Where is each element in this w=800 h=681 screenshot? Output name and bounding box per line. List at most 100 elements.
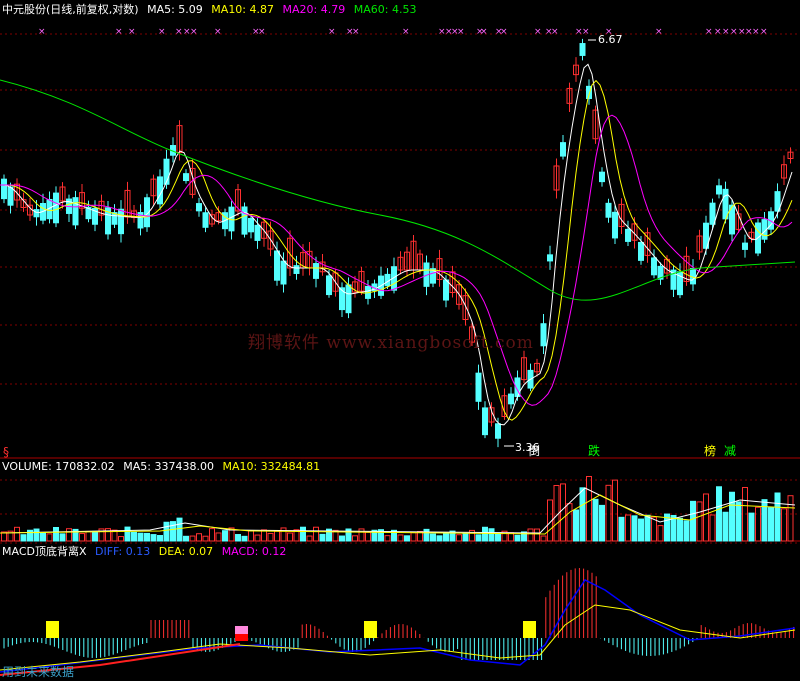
candle — [53, 192, 59, 224]
candle — [1, 178, 7, 200]
volume-bar — [241, 535, 248, 542]
candle — [716, 185, 722, 195]
candle — [651, 257, 657, 276]
signal-box — [46, 621, 59, 638]
candle — [612, 211, 618, 239]
volume-bar — [716, 486, 722, 542]
candle — [163, 158, 170, 185]
volume-bar — [235, 534, 241, 542]
watermark: 翔博软件 www.xiangbosoft.com — [248, 333, 534, 353]
candle — [7, 186, 14, 206]
volume-bar — [157, 535, 163, 542]
x-mark: × — [500, 27, 508, 37]
volume-bar — [612, 479, 618, 542]
ma10-value: MA10: 4.87 — [211, 3, 275, 16]
volume-bar — [735, 501, 742, 542]
ma5-value: MA5: 5.09 — [147, 3, 203, 16]
x-mark: × — [214, 27, 222, 37]
price-ma-lines — [0, 63, 796, 426]
candle — [196, 203, 202, 212]
volume-bar — [683, 520, 690, 542]
x-mark: × — [158, 27, 166, 37]
ma10-line — [0, 79, 793, 421]
volume-bar — [384, 535, 391, 542]
volume-bar — [280, 527, 287, 542]
volume-bar — [677, 517, 683, 542]
volume-bar — [20, 534, 27, 542]
candle — [482, 407, 488, 436]
candle — [248, 218, 254, 233]
volume-bar — [774, 492, 781, 542]
ma60-value: MA60: 4.53 — [353, 3, 417, 16]
volume-bar — [644, 514, 651, 542]
candle — [547, 254, 553, 262]
x-mark: × — [534, 27, 542, 37]
volume-bar — [137, 532, 144, 542]
volume-bar — [209, 528, 215, 542]
volume-bar — [761, 499, 768, 542]
x-mark: × — [402, 27, 410, 37]
candle — [742, 242, 748, 250]
volume-bar — [215, 532, 222, 542]
volume-bar — [638, 518, 644, 542]
volume-bar — [274, 530, 280, 542]
macd-value: MACD: 0.12 — [221, 545, 287, 558]
signal-buy-label: 倒 — [528, 444, 540, 458]
signal-box — [235, 634, 248, 641]
volume-bar — [248, 530, 254, 542]
macd-lines — [0, 579, 796, 676]
dea-line — [0, 604, 796, 671]
diff-line — [0, 579, 796, 673]
volume-bar — [319, 533, 326, 542]
candle — [638, 241, 644, 261]
stock-title: 中元股份(日线,前复权,对数) — [2, 3, 139, 16]
volume-bar — [722, 511, 729, 542]
volume-bar — [690, 500, 696, 542]
volume-bar — [339, 535, 345, 542]
x-mark: × — [258, 27, 266, 37]
volume-bar — [267, 532, 274, 542]
x-mark: × — [752, 27, 760, 37]
signal-drop-label: 跌 — [588, 443, 600, 458]
volume-bar — [163, 521, 170, 542]
vol-ma10-value: MA10: 332484.81 — [222, 460, 321, 473]
volume-bar — [631, 515, 638, 542]
volume-bar — [618, 516, 625, 542]
candle — [579, 43, 586, 56]
volume-bar — [534, 528, 540, 542]
ma5-line — [0, 63, 793, 426]
volume-bar — [599, 504, 605, 542]
volume-bar — [709, 514, 716, 542]
volume-bar — [579, 487, 586, 542]
volume-bar — [313, 526, 319, 542]
x-mark: × — [457, 27, 465, 37]
signal-box — [364, 621, 377, 638]
candle — [274, 250, 280, 281]
macd-histogram — [3, 568, 795, 660]
volume-bar — [540, 535, 547, 542]
volume-bar — [46, 533, 53, 542]
volume-bar — [300, 526, 306, 542]
volume-bar — [118, 536, 124, 542]
candle — [118, 208, 124, 235]
candle — [326, 275, 332, 296]
volume-bar — [59, 533, 66, 542]
x-mark: × — [714, 27, 722, 37]
volume-bar — [66, 528, 72, 542]
volume-bar — [527, 528, 534, 542]
volume-bar — [352, 535, 358, 542]
volume-bar — [222, 530, 228, 542]
candle — [202, 212, 209, 228]
x-mark: × — [551, 27, 559, 37]
volume-bar — [755, 506, 761, 542]
volume-header: VOLUME: 170832.02 MA5: 337438.00 MA10: 3… — [2, 460, 325, 473]
x-mark: × — [705, 27, 713, 37]
volume-bar — [586, 476, 592, 542]
candle — [495, 423, 501, 439]
volume-bar — [404, 535, 410, 542]
volume-bar — [202, 535, 209, 542]
signal-box — [235, 626, 248, 634]
volume-bar — [696, 501, 703, 542]
volume-bar — [189, 535, 196, 542]
diff-value: DIFF: 0.13 — [95, 545, 151, 558]
